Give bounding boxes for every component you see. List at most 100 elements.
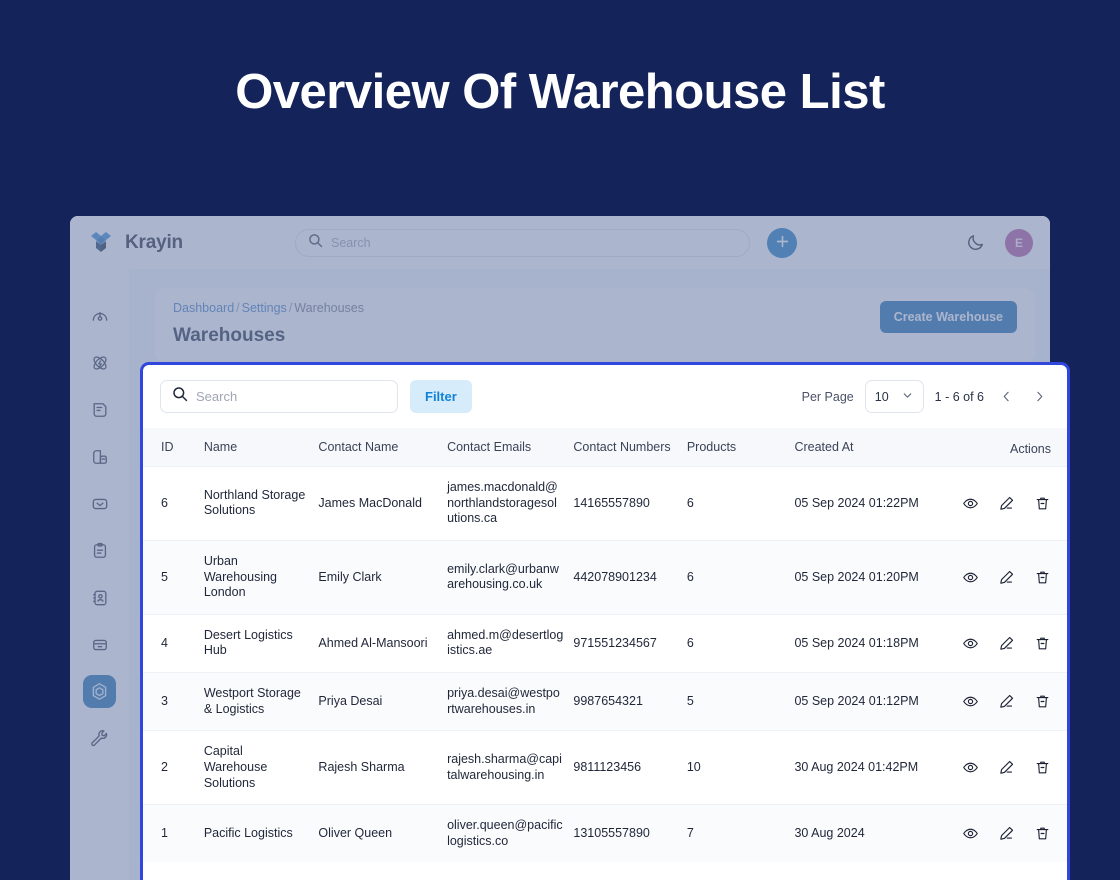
cell-actions [928,466,1067,541]
table-toolbar: Search Filter Per Page 10 1 - 6 of 6 [143,365,1067,428]
per-page-select[interactable]: 10 [864,380,924,413]
avatar[interactable]: E [1005,228,1033,257]
pencil-icon[interactable] [998,825,1015,842]
trash-icon[interactable] [1034,495,1051,512]
table-row[interactable]: 3 Westport Storage & Logistics Priya Desai… [143,671,1067,731]
table-body: 6 Northland Storage Solutions James MacDon… [143,466,1067,863]
row-action-group [929,569,1051,586]
krayin-diamond-logo-icon [90,231,116,254]
cell-id: 1 [143,804,204,863]
cell-products: 6 [686,466,795,541]
sidebar-item-settings[interactable] [83,675,116,708]
cell-name: Capital Warehouse Solutions [203,730,319,805]
table-head: ID Name Contact Name Contact Emails Cont… [143,428,1067,467]
cell-actions [928,730,1067,805]
sidebar-item-quotes[interactable] [83,393,116,426]
trash-icon[interactable] [1034,635,1051,652]
cell-created-at: 05 Sep 2024 01:22PM [794,466,929,541]
moon-icon[interactable] [966,233,985,252]
eye-icon[interactable] [962,825,979,842]
sidebar-item-inbox[interactable] [83,487,116,520]
cell-name: Westport Storage & Logistics [203,671,319,731]
eye-icon[interactable] [962,759,979,776]
trash-icon[interactable] [1034,759,1051,776]
filter-button[interactable]: Filter [410,380,472,413]
trash-icon[interactable] [1034,569,1051,586]
pencil-icon[interactable] [998,495,1015,512]
column-header-contact-numbers[interactable]: Contact Numbers [573,428,686,467]
column-header-name[interactable]: Name [204,428,319,467]
cell-id: 5 [143,539,204,615]
cell-id: 3 [143,671,204,731]
pencil-icon[interactable] [998,693,1015,710]
column-header-contact-name[interactable]: Contact Name [318,428,447,467]
pencil-icon[interactable] [998,759,1015,776]
table-row[interactable]: 6 Northland Storage Solutions James MacDon… [143,466,1067,541]
page-title: Warehouses [173,325,286,346]
eye-icon[interactable] [962,569,979,586]
trash-icon[interactable] [1034,825,1051,842]
cell-contact-name: Priya Desai [318,671,448,731]
warehouses-table: ID Name Contact Name Contact Emails Cont… [143,428,1067,863]
eye-icon[interactable] [962,693,979,710]
pagination-prev-button[interactable] [995,384,1017,410]
column-header-id[interactable]: ID [143,428,204,467]
cell-actions [928,539,1067,615]
plus-icon [775,234,790,252]
cell-contact-name: Emily Clark [318,539,448,615]
pagination-controls: Per Page 10 1 - 6 of 6 [802,380,1050,413]
cell-products: 10 [686,730,795,805]
table-row[interactable]: 5 Urban Warehousing London Emily Clark emil… [143,539,1067,615]
sidebar-item-leads[interactable] [83,346,116,379]
eye-icon[interactable] [962,635,979,652]
cell-contact-name: Ahmed Al-Mansoori [318,613,448,673]
table-search-input[interactable]: Search [160,380,398,413]
cell-id: 4 [143,613,204,673]
cell-id: 2 [143,730,204,805]
breadcrumb-item-warehouses: Warehouses [294,301,365,315]
cell-name: Northland Storage Solutions [203,466,319,541]
cell-actions [928,671,1067,731]
pencil-icon[interactable] [998,569,1015,586]
cell-products: 7 [686,804,795,863]
add-new-button[interactable] [767,227,797,258]
cell-contact-email: rajesh.sharma@capitalwarehousing.in [447,730,574,805]
cell-name: Pacific Logistics [203,804,319,863]
cell-contact-email: oliver.queen@pacificlogistics.co [447,804,574,863]
row-action-group [929,693,1051,710]
column-header-contact-emails[interactable]: Contact Emails [447,428,573,467]
sidebar-item-activities[interactable] [83,534,116,567]
pagination-range: 1 - 6 of 6 [934,389,984,404]
sidebar-item-mail[interactable] [83,440,116,473]
global-search-input[interactable]: Search [295,228,750,257]
page-header: Dashboard / Settings / Warehouses Warehouses… [155,288,1035,363]
table-row[interactable]: 1 Pacific Logistics Oliver Queen oliver.que… [143,804,1067,863]
pagination-next-button[interactable] [1028,384,1050,410]
sidebar-item-products[interactable] [83,628,116,661]
table-row[interactable]: 2 Capital Warehouse Solutions Rajesh Sharm… [143,730,1067,805]
table-row[interactable]: 4 Desert Logistics Hub Ahmed Al-Mansoori ah… [143,613,1067,673]
brand[interactable]: Krayin [70,231,222,254]
table-header-row: ID Name Contact Name Contact Emails Cont… [143,428,1067,467]
app-topbar: Krayin Search E [70,216,1050,269]
eye-icon[interactable] [962,495,979,512]
pencil-icon[interactable] [998,635,1015,652]
column-header-created-at[interactable]: Created At [794,428,929,467]
sidebar-item-configuration[interactable] [83,722,116,755]
cell-contact-number: 9811123456 [573,730,687,805]
cell-actions [928,613,1067,673]
breadcrumb-item-settings[interactable]: Settings [242,301,287,315]
trash-icon[interactable] [1034,693,1051,710]
cell-contact-name: Rajesh Sharma [318,730,448,805]
sidebar-item-contacts[interactable] [83,581,116,614]
create-warehouse-button[interactable]: Create Warehouse [879,301,1017,333]
cell-created-at: 05 Sep 2024 01:20PM [794,539,929,615]
column-header-products[interactable]: Products [687,428,795,467]
page-header-left: Dashboard / Settings / Warehouses Warehouses [173,301,364,347]
breadcrumb-item-dashboard[interactable]: Dashboard [173,301,234,315]
cell-products: 6 [686,539,795,615]
sidebar-item-dashboard[interactable] [83,299,116,332]
row-action-group [929,825,1051,842]
topbar-right-group: E [966,228,1050,257]
cell-contact-name: James MacDonald [318,466,448,541]
